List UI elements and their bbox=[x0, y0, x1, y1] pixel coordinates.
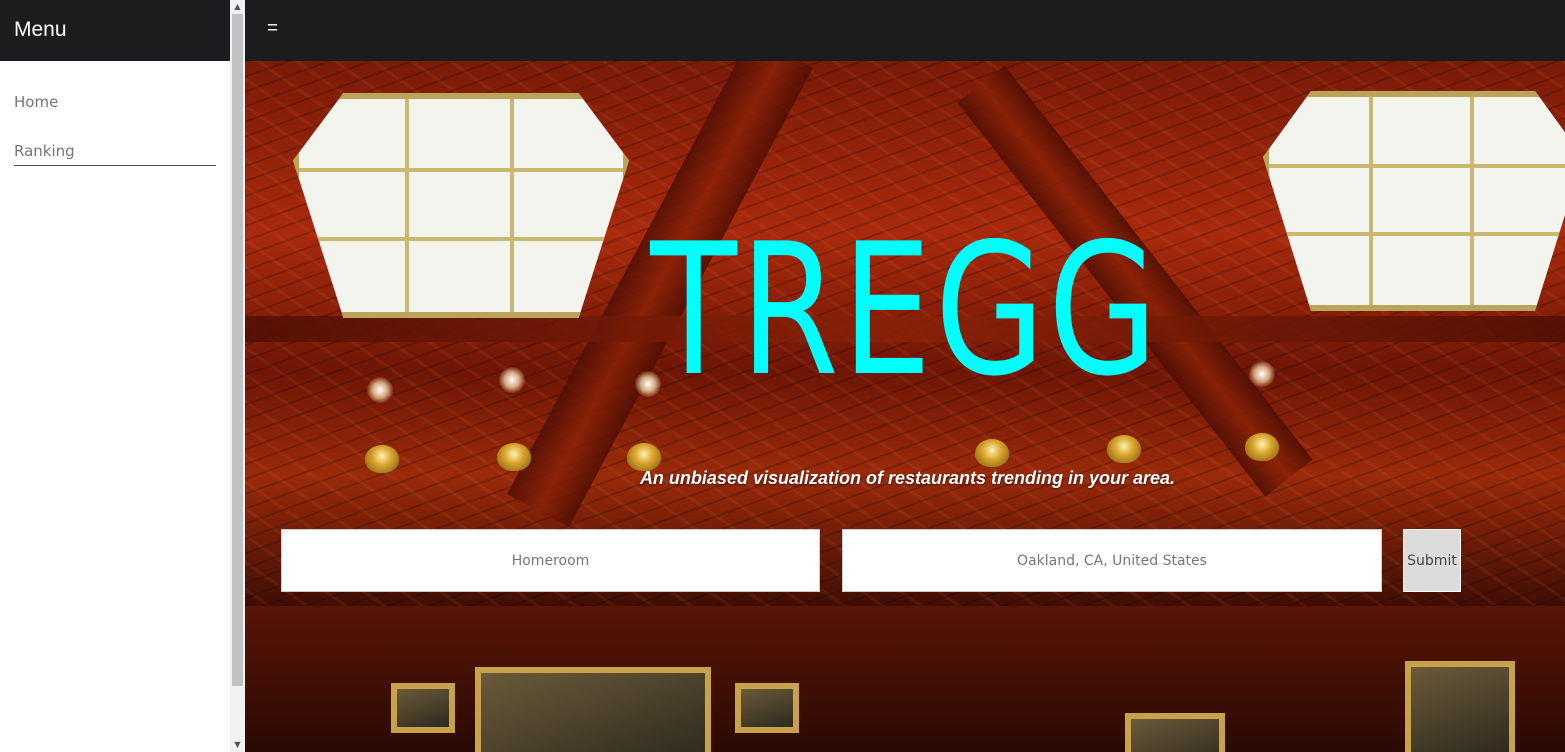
sidebar: Menu Home Ranking bbox=[0, 0, 230, 752]
sidebar-nav: Home Ranking bbox=[0, 61, 230, 181]
wall-sconce bbox=[627, 443, 661, 471]
top-bar: = bbox=[245, 0, 1565, 61]
scroll-down-icon[interactable]: ▼ bbox=[230, 738, 245, 752]
scrollbar-thumb[interactable] bbox=[232, 14, 243, 686]
sidebar-item-home[interactable]: Home bbox=[0, 83, 230, 132]
wall-sconce bbox=[1107, 435, 1141, 463]
menu-toggle-button[interactable]: = bbox=[267, 18, 278, 40]
ceiling-light bbox=[367, 377, 393, 403]
wall-sconce bbox=[1245, 433, 1279, 461]
painting-frame bbox=[391, 683, 455, 733]
scroll-up-icon[interactable]: ▲ bbox=[230, 0, 245, 14]
sidebar-title: Menu bbox=[0, 0, 230, 61]
brand-title: TREGG bbox=[650, 204, 1161, 416]
main-content: = TREGG An unbiased visualization of res… bbox=[245, 0, 1565, 752]
restaurant-search-input[interactable] bbox=[281, 529, 820, 592]
painting-frame bbox=[1405, 661, 1515, 752]
painting-frame bbox=[475, 667, 711, 752]
sidebar-item-ranking[interactable]: Ranking bbox=[0, 132, 230, 181]
painting-frame bbox=[735, 683, 799, 733]
location-search-input[interactable] bbox=[842, 529, 1382, 592]
wall-sconce bbox=[975, 439, 1009, 467]
hero-background-image: TREGG An unbiased visualization of resta… bbox=[245, 61, 1565, 752]
hero-tagline: An unbiased visualization of restaurants… bbox=[639, 468, 1176, 488]
sidebar-scrollbar[interactable]: ▲ ▼ bbox=[230, 0, 245, 752]
sidebar-divider bbox=[14, 165, 216, 166]
painting-frame bbox=[1125, 713, 1225, 752]
submit-button[interactable]: Submit bbox=[1403, 529, 1461, 592]
wall-sconce bbox=[497, 443, 531, 471]
